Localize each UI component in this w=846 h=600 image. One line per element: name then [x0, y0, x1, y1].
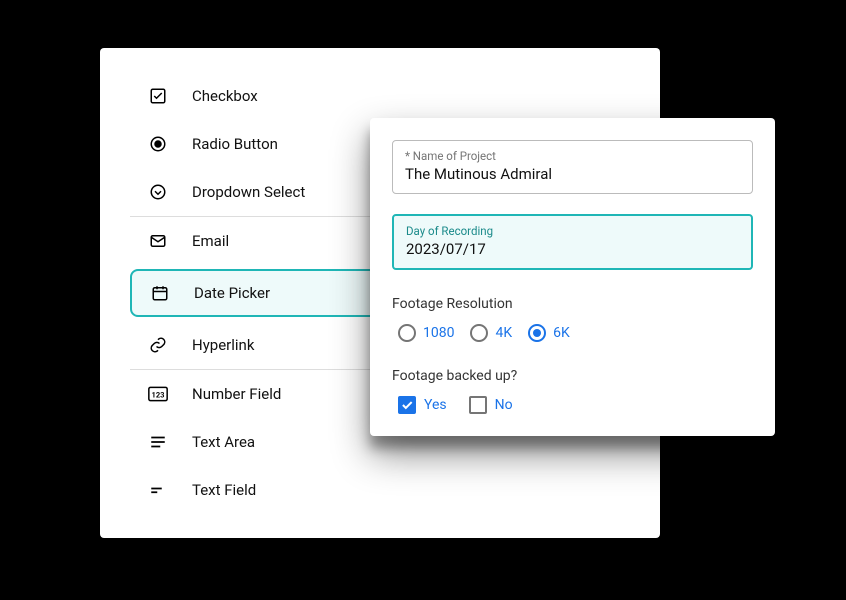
textfield-icon [148, 480, 168, 500]
project-name-field[interactable]: * Name of Project The Mutinous Admiral [392, 140, 753, 194]
option-label: Date Picker [194, 284, 270, 302]
option-textfield[interactable]: Text Field [100, 466, 660, 514]
textarea-icon [148, 432, 168, 452]
resolution-radio-group: 1080 4K 6K [392, 324, 753, 342]
email-icon [148, 231, 168, 251]
option-label: Hyperlink [192, 336, 254, 354]
option-label: Radio Button [192, 135, 278, 153]
svg-text:123: 123 [152, 390, 165, 399]
radio-4k[interactable]: 4K [470, 324, 512, 342]
radio-icon [148, 134, 168, 154]
radio-label: 4K [495, 325, 512, 341]
radio-label: 1080 [423, 325, 454, 341]
option-label: Email [192, 232, 229, 250]
option-checkbox[interactable]: Checkbox [100, 72, 660, 120]
backup-label: Footage backed up? [392, 368, 753, 384]
radio-circle-icon [398, 324, 416, 342]
option-label: Text Area [192, 433, 255, 451]
backup-checkbox-group: Yes No [392, 396, 753, 414]
checkbox-yes[interactable]: Yes [398, 396, 447, 414]
dropdown-icon [148, 182, 168, 202]
link-icon [148, 335, 168, 355]
number-icon: 123 [148, 384, 168, 404]
radio-6k[interactable]: 6K [528, 324, 570, 342]
resolution-label: Footage Resolution [392, 296, 753, 312]
option-label: Dropdown Select [192, 183, 305, 201]
option-label: Number Field [192, 385, 281, 403]
option-label: Text Field [192, 481, 256, 499]
checkbox-square-icon [398, 396, 416, 414]
form-preview: * Name of Project The Mutinous Admiral D… [370, 118, 775, 436]
recording-day-field[interactable]: Day of Recording 2023/07/17 [392, 214, 753, 270]
field-value: 2023/07/17 [406, 240, 739, 258]
calendar-icon [150, 283, 170, 303]
radio-label: 6K [553, 325, 570, 341]
checkbox-label: No [495, 397, 513, 413]
radio-1080[interactable]: 1080 [398, 324, 454, 342]
radio-circle-icon [528, 324, 546, 342]
field-label: * Name of Project [405, 149, 740, 163]
checkbox-label: Yes [424, 397, 447, 413]
field-value: The Mutinous Admiral [405, 165, 740, 183]
checkbox-no[interactable]: No [469, 396, 513, 414]
option-label: Checkbox [192, 87, 258, 105]
checkbox-square-icon [469, 396, 487, 414]
field-label: Day of Recording [406, 224, 739, 238]
radio-circle-icon [470, 324, 488, 342]
checkbox-icon [148, 86, 168, 106]
